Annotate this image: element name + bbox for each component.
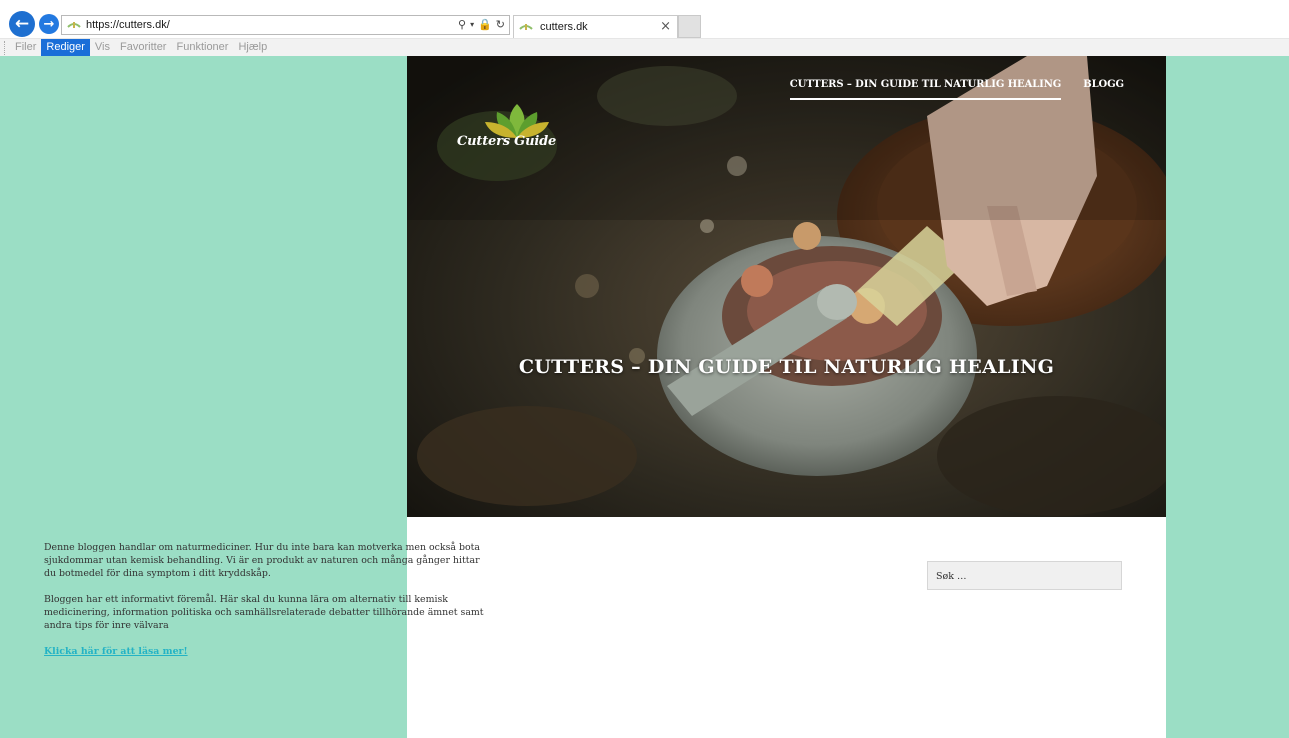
address-bar-actions: ⚲ ▾ 🔒 ↻ bbox=[458, 17, 505, 33]
menu-item-vis[interactable]: Vis bbox=[90, 39, 115, 56]
tab-favicon bbox=[519, 22, 533, 32]
search-input[interactable]: Søk … bbox=[927, 561, 1122, 590]
hero-title: CUTTERS – DIN GUIDE TIL NATURLIG HEALING bbox=[518, 356, 1055, 378]
browser-toolbar: ← → https://cutters.dk/ ⚲ ▾ 🔒 ↻ cutters.… bbox=[0, 0, 1289, 38]
hero-header: Cutters Guide CUTTERS – DIN GUIDE TIL NA… bbox=[407, 56, 1166, 517]
menu-bar: Filer Rediger Vis Favoritter Funktioner … bbox=[0, 38, 1289, 56]
intro-content: Denne bloggen handlar om naturmediciner.… bbox=[44, 541, 484, 657]
intro-paragraph-1: Denne bloggen handlar om naturmediciner.… bbox=[44, 542, 480, 579]
logo-text: Cutters Guide bbox=[457, 134, 557, 149]
site-favicon bbox=[67, 20, 81, 30]
menu-item-funktioner[interactable]: Funktioner bbox=[171, 39, 233, 56]
back-arrow-icon[interactable]: ← bbox=[9, 11, 35, 37]
nav-item-home[interactable]: CUTTERS – DIN GUIDE TIL NATURLIG HEALING bbox=[789, 79, 1061, 100]
site-logo[interactable]: Cutters Guide bbox=[457, 100, 567, 164]
browser-tab[interactable]: cutters.dk × bbox=[513, 15, 678, 38]
lock-icon[interactable]: 🔒 bbox=[478, 17, 492, 33]
tab-title: cutters.dk bbox=[540, 21, 588, 33]
site-container: Cutters Guide CUTTERS – DIN GUIDE TIL NA… bbox=[407, 56, 1166, 738]
url-text[interactable]: https://cutters.dk/ bbox=[86, 19, 170, 31]
menu-item-filer[interactable]: Filer bbox=[10, 39, 41, 56]
intro-paragraph-2: Bloggen har ett informativt föremål. Här… bbox=[44, 594, 484, 631]
primary-nav: CUTTERS – DIN GUIDE TIL NATURLIG HEALING… bbox=[789, 79, 1124, 100]
nav-item-blogg[interactable]: BLOGG bbox=[1083, 79, 1124, 100]
refresh-icon[interactable]: ↻ bbox=[496, 17, 505, 33]
address-bar[interactable]: https://cutters.dk/ ⚲ ▾ 🔒 ↻ bbox=[61, 15, 510, 35]
read-more-link[interactable]: Klicka här för att läsa mer! bbox=[44, 646, 484, 657]
menu-item-favoritter[interactable]: Favoritter bbox=[115, 39, 171, 56]
menu-item-hjaelp[interactable]: Hjælp bbox=[233, 39, 272, 56]
forward-arrow-icon[interactable]: → bbox=[39, 14, 59, 34]
menu-item-rediger[interactable]: Rediger bbox=[41, 39, 90, 56]
close-icon[interactable]: × bbox=[660, 19, 671, 34]
dropdown-icon[interactable]: ▾ bbox=[470, 17, 474, 33]
new-tab-button[interactable] bbox=[678, 15, 701, 38]
search-icon[interactable]: ⚲ bbox=[458, 17, 466, 33]
